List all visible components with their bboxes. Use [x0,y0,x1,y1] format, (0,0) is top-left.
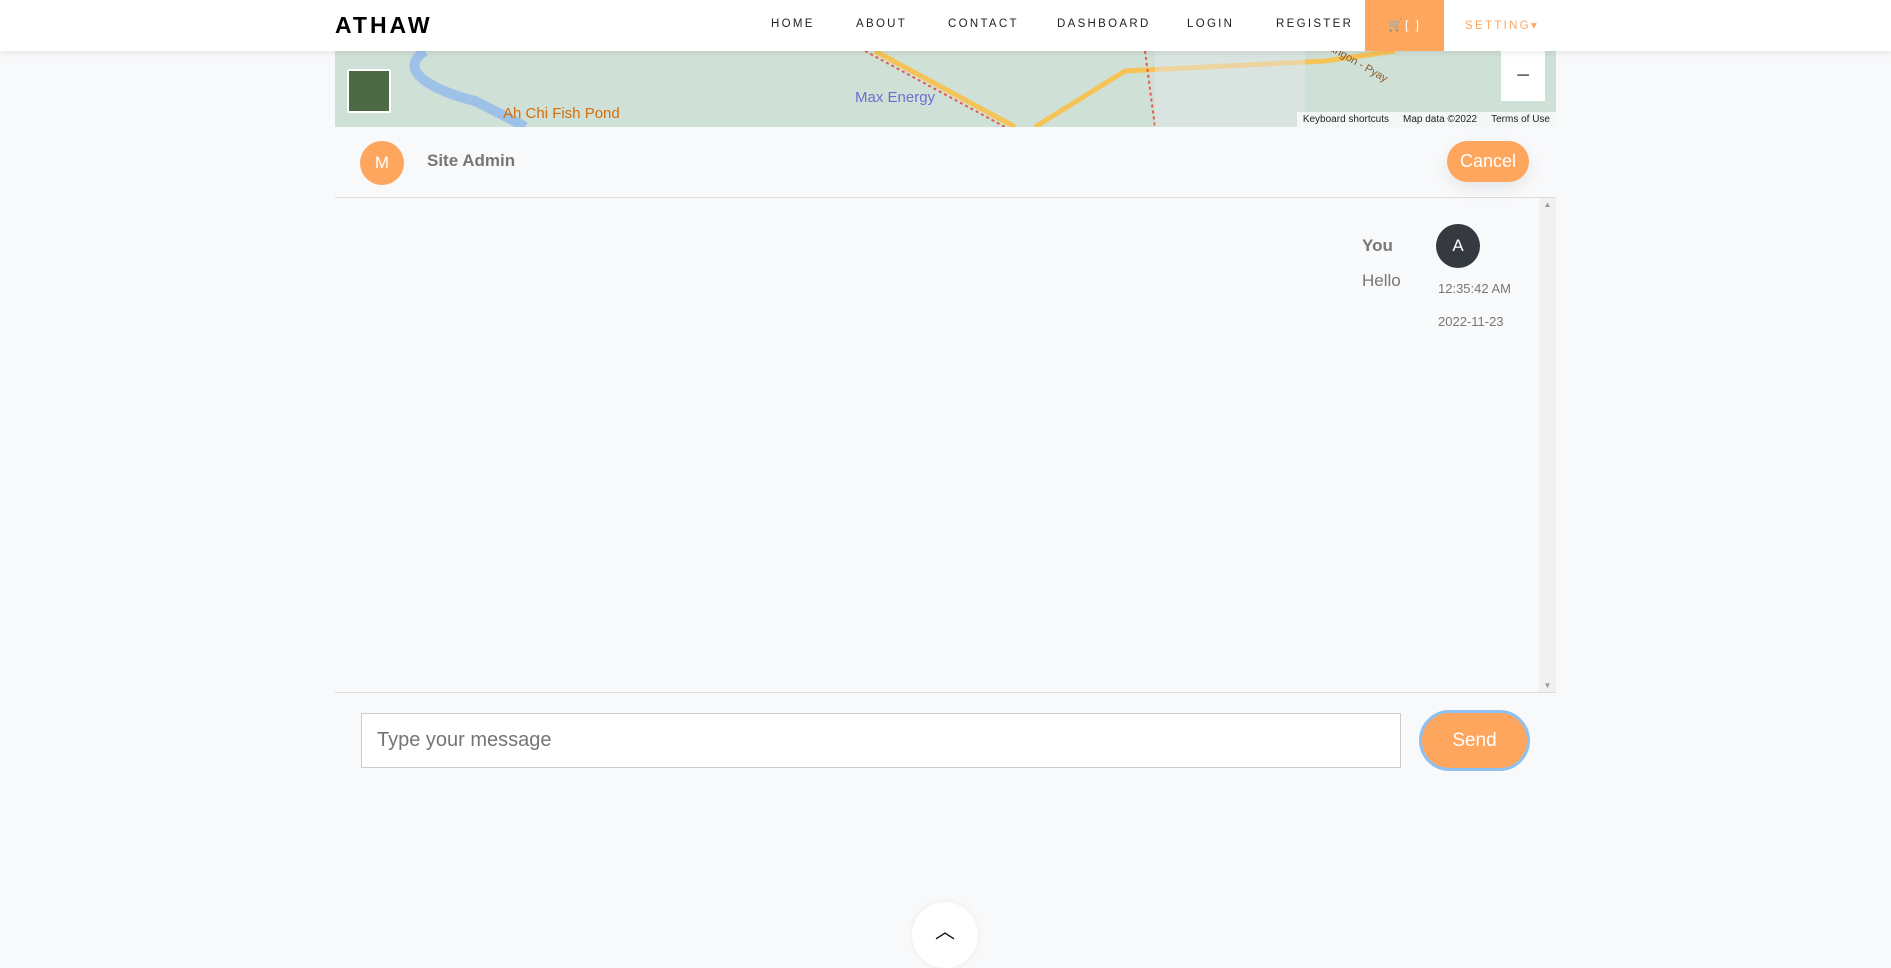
message-sender: You [1362,236,1393,255]
cart-count: [ ] [1404,18,1421,32]
scroll-up-arrow-icon[interactable]: ▲ [1539,200,1556,209]
scroll-down-arrow-icon[interactable]: ▼ [1539,681,1556,690]
setting-label: SETTING [1465,20,1531,32]
cart-button[interactable]: 🛒[ ] [1365,0,1444,51]
nav-dashboard[interactable]: DASHBOARD [1057,18,1151,30]
map-data-credit: Map data ©2022 [1403,114,1478,125]
zoom-out-button[interactable]: − [1501,51,1545,101]
brand-logo[interactable]: ATHAW [335,12,433,39]
message-input[interactable] [361,713,1401,768]
chevron-up-icon: ︿ [935,921,955,943]
keyboard-shortcuts-link[interactable]: Keyboard shortcuts [1303,114,1389,125]
message-time: 12:35:42 AM [1438,281,1511,296]
map-label-max-energy: Max Energy [855,89,936,106]
chat-header: M Site Admin Cancel [335,128,1556,198]
contact-avatar: M [360,141,404,185]
scrollbar[interactable]: ▲ ▼ [1539,198,1556,692]
nav-about[interactable]: ABOUT [856,18,907,30]
nav-home[interactable]: HOME [771,18,815,30]
navbar: ATHAW HOME ABOUT CONTACT DASHBOARD LOGIN… [0,0,1891,51]
map-label-fish-pond: Ah Chi Fish Pond [503,105,620,122]
message-text: Hello [1362,271,1401,290]
caret-down-icon: ▾ [1530,20,1540,32]
cart-icon: 🛒 [1388,18,1405,32]
message-list: You A Hello 12:35:42 AM 2022-11-23 ▲ ▼ [335,198,1556,693]
scroll-to-top-button[interactable]: ︿ [912,902,978,968]
user-avatar: A [1436,224,1480,268]
nav-setting-dropdown[interactable]: SETTING▾ [1465,18,1539,32]
nav-register[interactable]: REGISTER [1276,18,1353,30]
map[interactable]: − Ah Chi Fish Pond Max Energy Yangon - P… [335,51,1556,127]
contact-name: Site Admin [427,151,516,170]
message-date: 2022-11-23 [1438,314,1504,329]
terms-link[interactable]: Terms of Use [1491,114,1550,125]
send-button[interactable]: Send [1419,710,1530,771]
nav-contact[interactable]: CONTACT [948,18,1019,30]
nav-login[interactable]: LOGIN [1187,18,1234,30]
satellite-toggle[interactable] [347,69,391,113]
cancel-button[interactable]: Cancel [1447,141,1529,182]
